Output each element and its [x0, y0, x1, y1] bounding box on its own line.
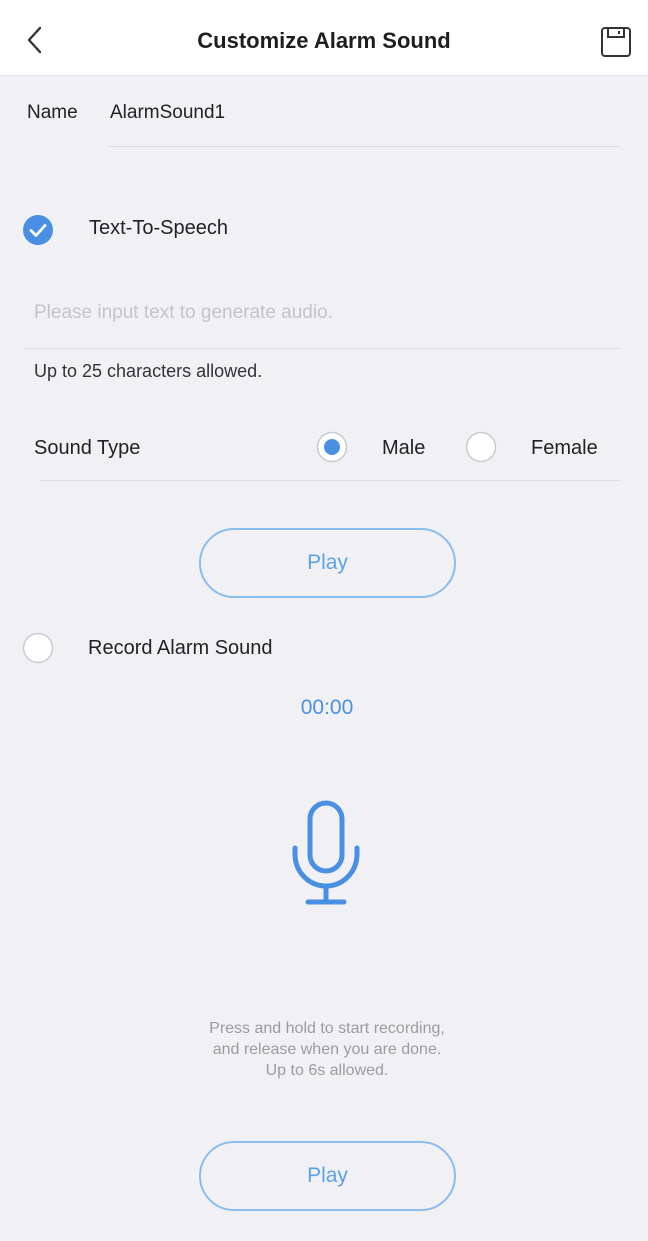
- record-alarm-label[interactable]: Record Alarm Sound: [88, 637, 273, 660]
- divider: [108, 146, 621, 147]
- male-radio-icon[interactable]: [316, 431, 348, 463]
- name-label: Name: [27, 102, 78, 123]
- recording-instructions: Press and hold to start recording, and r…: [200, 1018, 454, 1081]
- page-title: Customize Alarm Sound: [197, 28, 451, 53]
- tts-play-button[interactable]: Play: [199, 528, 456, 598]
- record-play-button[interactable]: Play: [199, 1141, 456, 1211]
- tts-hint: Up to 25 characters allowed.: [34, 361, 263, 381]
- sound-type-label: Sound Type: [34, 437, 141, 459]
- name-field[interactable]: AlarmSound1: [110, 102, 225, 124]
- tts-label[interactable]: Text-To-Speech: [89, 217, 228, 240]
- microphone-icon[interactable]: [288, 798, 364, 908]
- record-radio-icon[interactable]: [22, 632, 54, 664]
- female-radio-icon[interactable]: [465, 431, 497, 463]
- recording-limit: Up to 6s allowed.: [265, 1062, 389, 1079]
- save-icon[interactable]: [598, 24, 634, 60]
- tts-text-input[interactable]: [34, 293, 621, 333]
- divider: [40, 480, 621, 481]
- recording-timer: 00:00: [300, 696, 354, 719]
- tts-checkbox-icon[interactable]: [22, 214, 54, 246]
- female-option-label[interactable]: Female: [531, 437, 598, 460]
- divider: [24, 348, 621, 349]
- male-option-label[interactable]: Male: [382, 437, 425, 460]
- instructions-text: Press and hold to start recording, and r…: [209, 1020, 445, 1058]
- app-header: Customize Alarm Sound: [0, 0, 648, 76]
